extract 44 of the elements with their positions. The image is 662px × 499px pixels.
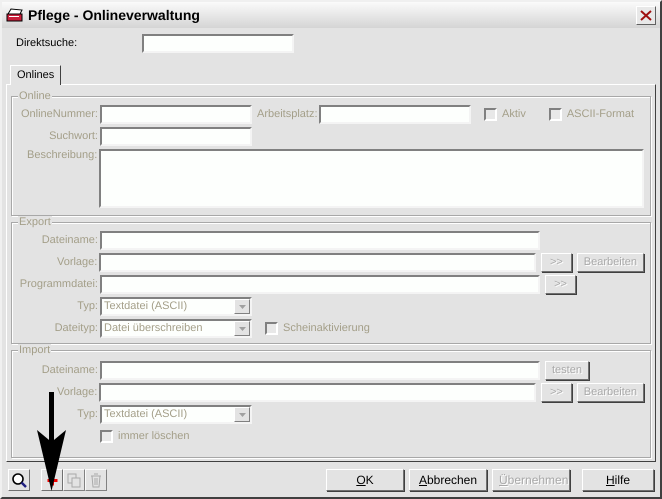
field-label: Suchwort: xyxy=(48,130,98,144)
text-field[interactable] xyxy=(100,275,540,294)
field-label: Dateityp: xyxy=(54,322,98,336)
group-title: Import xyxy=(18,344,52,358)
caret-icon xyxy=(238,304,246,309)
search-button[interactable] xyxy=(8,469,30,492)
caret-icon xyxy=(238,326,246,331)
field-label: Vorlage: xyxy=(56,386,98,400)
field-label: Arbeitsplatz: xyxy=(257,108,317,122)
window-title: Pflege - Onlineverwaltung xyxy=(28,6,200,24)
checkbox-label: Aktiv xyxy=(502,108,526,122)
field-label: OnlineNummer: xyxy=(20,108,98,122)
field-label: Typ: xyxy=(76,408,98,422)
field-label: Typ: xyxy=(76,300,98,314)
field-label: Dateiname: xyxy=(40,364,98,378)
text-field[interactable] xyxy=(99,253,536,272)
field-label: Beschreibung: xyxy=(26,149,98,162)
text-field[interactable] xyxy=(100,361,540,380)
field-label: Dateiname: xyxy=(40,234,98,248)
dialog-button[interactable]: Abbrechen xyxy=(409,469,487,492)
text-field[interactable] xyxy=(100,105,252,124)
search-field[interactable] xyxy=(142,34,294,53)
checkbox-label: Scheinaktivierung xyxy=(283,322,370,336)
search-icon xyxy=(11,472,27,488)
text-field[interactable] xyxy=(99,149,644,208)
close-button[interactable] xyxy=(636,6,656,24)
close-icon xyxy=(640,10,652,20)
trash-icon xyxy=(88,472,104,488)
checkbox-label: immer löschen xyxy=(118,430,190,444)
search-label: Direktsuche: xyxy=(16,36,78,50)
text-field[interactable] xyxy=(100,127,252,146)
field-label: Vorlage: xyxy=(56,256,98,270)
caret-icon xyxy=(238,412,246,417)
copy-icon xyxy=(66,472,82,488)
text-field[interactable] xyxy=(319,105,471,124)
field-label: Programmdatei: xyxy=(18,278,98,292)
checkbox-label: ASCII-Format xyxy=(566,108,634,122)
app-icon xyxy=(6,7,24,23)
group-title: Export xyxy=(18,216,52,230)
text-field[interactable] xyxy=(99,383,536,402)
dialog-button[interactable]: OK xyxy=(326,469,404,492)
tab[interactable]: Onlines xyxy=(10,65,62,86)
text-field[interactable] xyxy=(100,231,540,250)
dialog-button[interactable]: Hilfe xyxy=(582,469,654,492)
